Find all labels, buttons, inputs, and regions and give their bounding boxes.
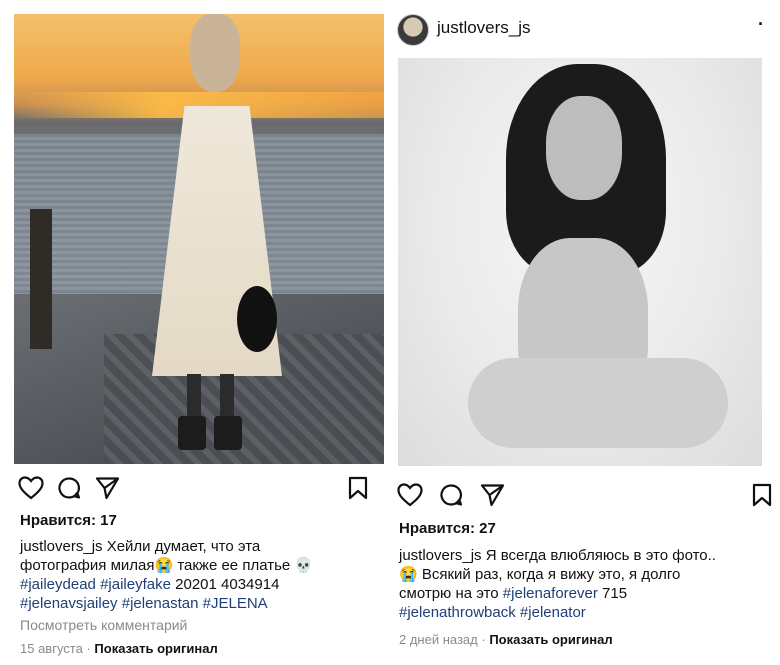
caption-text: 20201 4034914 (170, 576, 280, 593)
hashtag[interactable]: #jaileydead (20, 576, 96, 593)
post-caption: justlovers_js Хейли думает, что эта фото… (20, 537, 380, 613)
right-post-photo[interactable] (398, 58, 762, 466)
caption-text: смотрю на это (399, 585, 503, 602)
post-date: 15 августа (20, 641, 83, 656)
hashtag[interactable]: #jelenaforever (503, 585, 598, 602)
show-original-link[interactable]: Показать оригинал (489, 632, 612, 647)
legs (468, 358, 728, 448)
likes-count[interactable]: Нравится: 17 (20, 512, 117, 529)
view-comments-link[interactable]: Посмотреть комментарий (20, 617, 187, 633)
heart-icon[interactable] (18, 476, 44, 500)
left-post: Нравится: 17 justlovers_js Хейли думает,… (0, 0, 390, 665)
hashtag[interactable]: #JELENA (203, 595, 268, 612)
left-post-photo[interactable] (14, 14, 384, 464)
caption-text: 715 (597, 585, 628, 602)
woman-figure (142, 14, 292, 454)
caption-text: 😭 Всякий раз, когда я вижу это, я долго (399, 566, 681, 583)
hashtag[interactable]: #jelenavsjailey (20, 595, 118, 612)
wooden-post (30, 209, 52, 349)
leg (187, 374, 201, 419)
post-date: 2 дней назад (399, 632, 478, 647)
head (190, 14, 240, 92)
handbag (237, 286, 277, 352)
shoe (178, 416, 206, 450)
shoe (214, 416, 242, 450)
bookmark-icon[interactable] (348, 476, 368, 500)
face (546, 96, 622, 200)
paper-plane-icon[interactable] (480, 483, 505, 507)
post-caption: justlovers_js Я всегда влюбляюсь в это ф… (399, 546, 777, 622)
heart-icon[interactable] (397, 483, 423, 507)
show-original-link[interactable]: Показать оригинал (94, 641, 217, 656)
hashtag[interactable]: #jelenastan (122, 595, 199, 612)
comment-icon[interactable] (57, 476, 81, 500)
paper-plane-icon[interactable] (95, 476, 120, 500)
caption-text: Я всегда влюбляюсь в это фото.. (481, 547, 716, 564)
post-meta: 15 августа · Показать оригинал (20, 641, 218, 656)
caption-text: фотография милая😭 также ее платье 💀 (20, 557, 314, 574)
leg (220, 374, 234, 419)
comment-icon[interactable] (439, 483, 463, 507)
separator: · (477, 632, 490, 647)
bookmark-icon[interactable] (752, 483, 772, 507)
hashtag[interactable]: #jaileyfake (100, 576, 171, 593)
separator: · (82, 641, 95, 656)
likes-count[interactable]: Нравится: 27 (399, 520, 496, 537)
hashtag[interactable]: #jelenator (520, 604, 586, 621)
post-meta: 2 дней назад · Показать оригинал (399, 632, 613, 647)
caption-username[interactable]: justlovers_js (399, 547, 482, 564)
caption-text: Хейли думает, что эта (102, 538, 261, 555)
caption-username[interactable]: justlovers_js (20, 538, 103, 555)
right-post: Нравится: 27 justlovers_js Я всегда влюб… (390, 0, 780, 665)
hashtag[interactable]: #jelenathrowback (399, 604, 516, 621)
